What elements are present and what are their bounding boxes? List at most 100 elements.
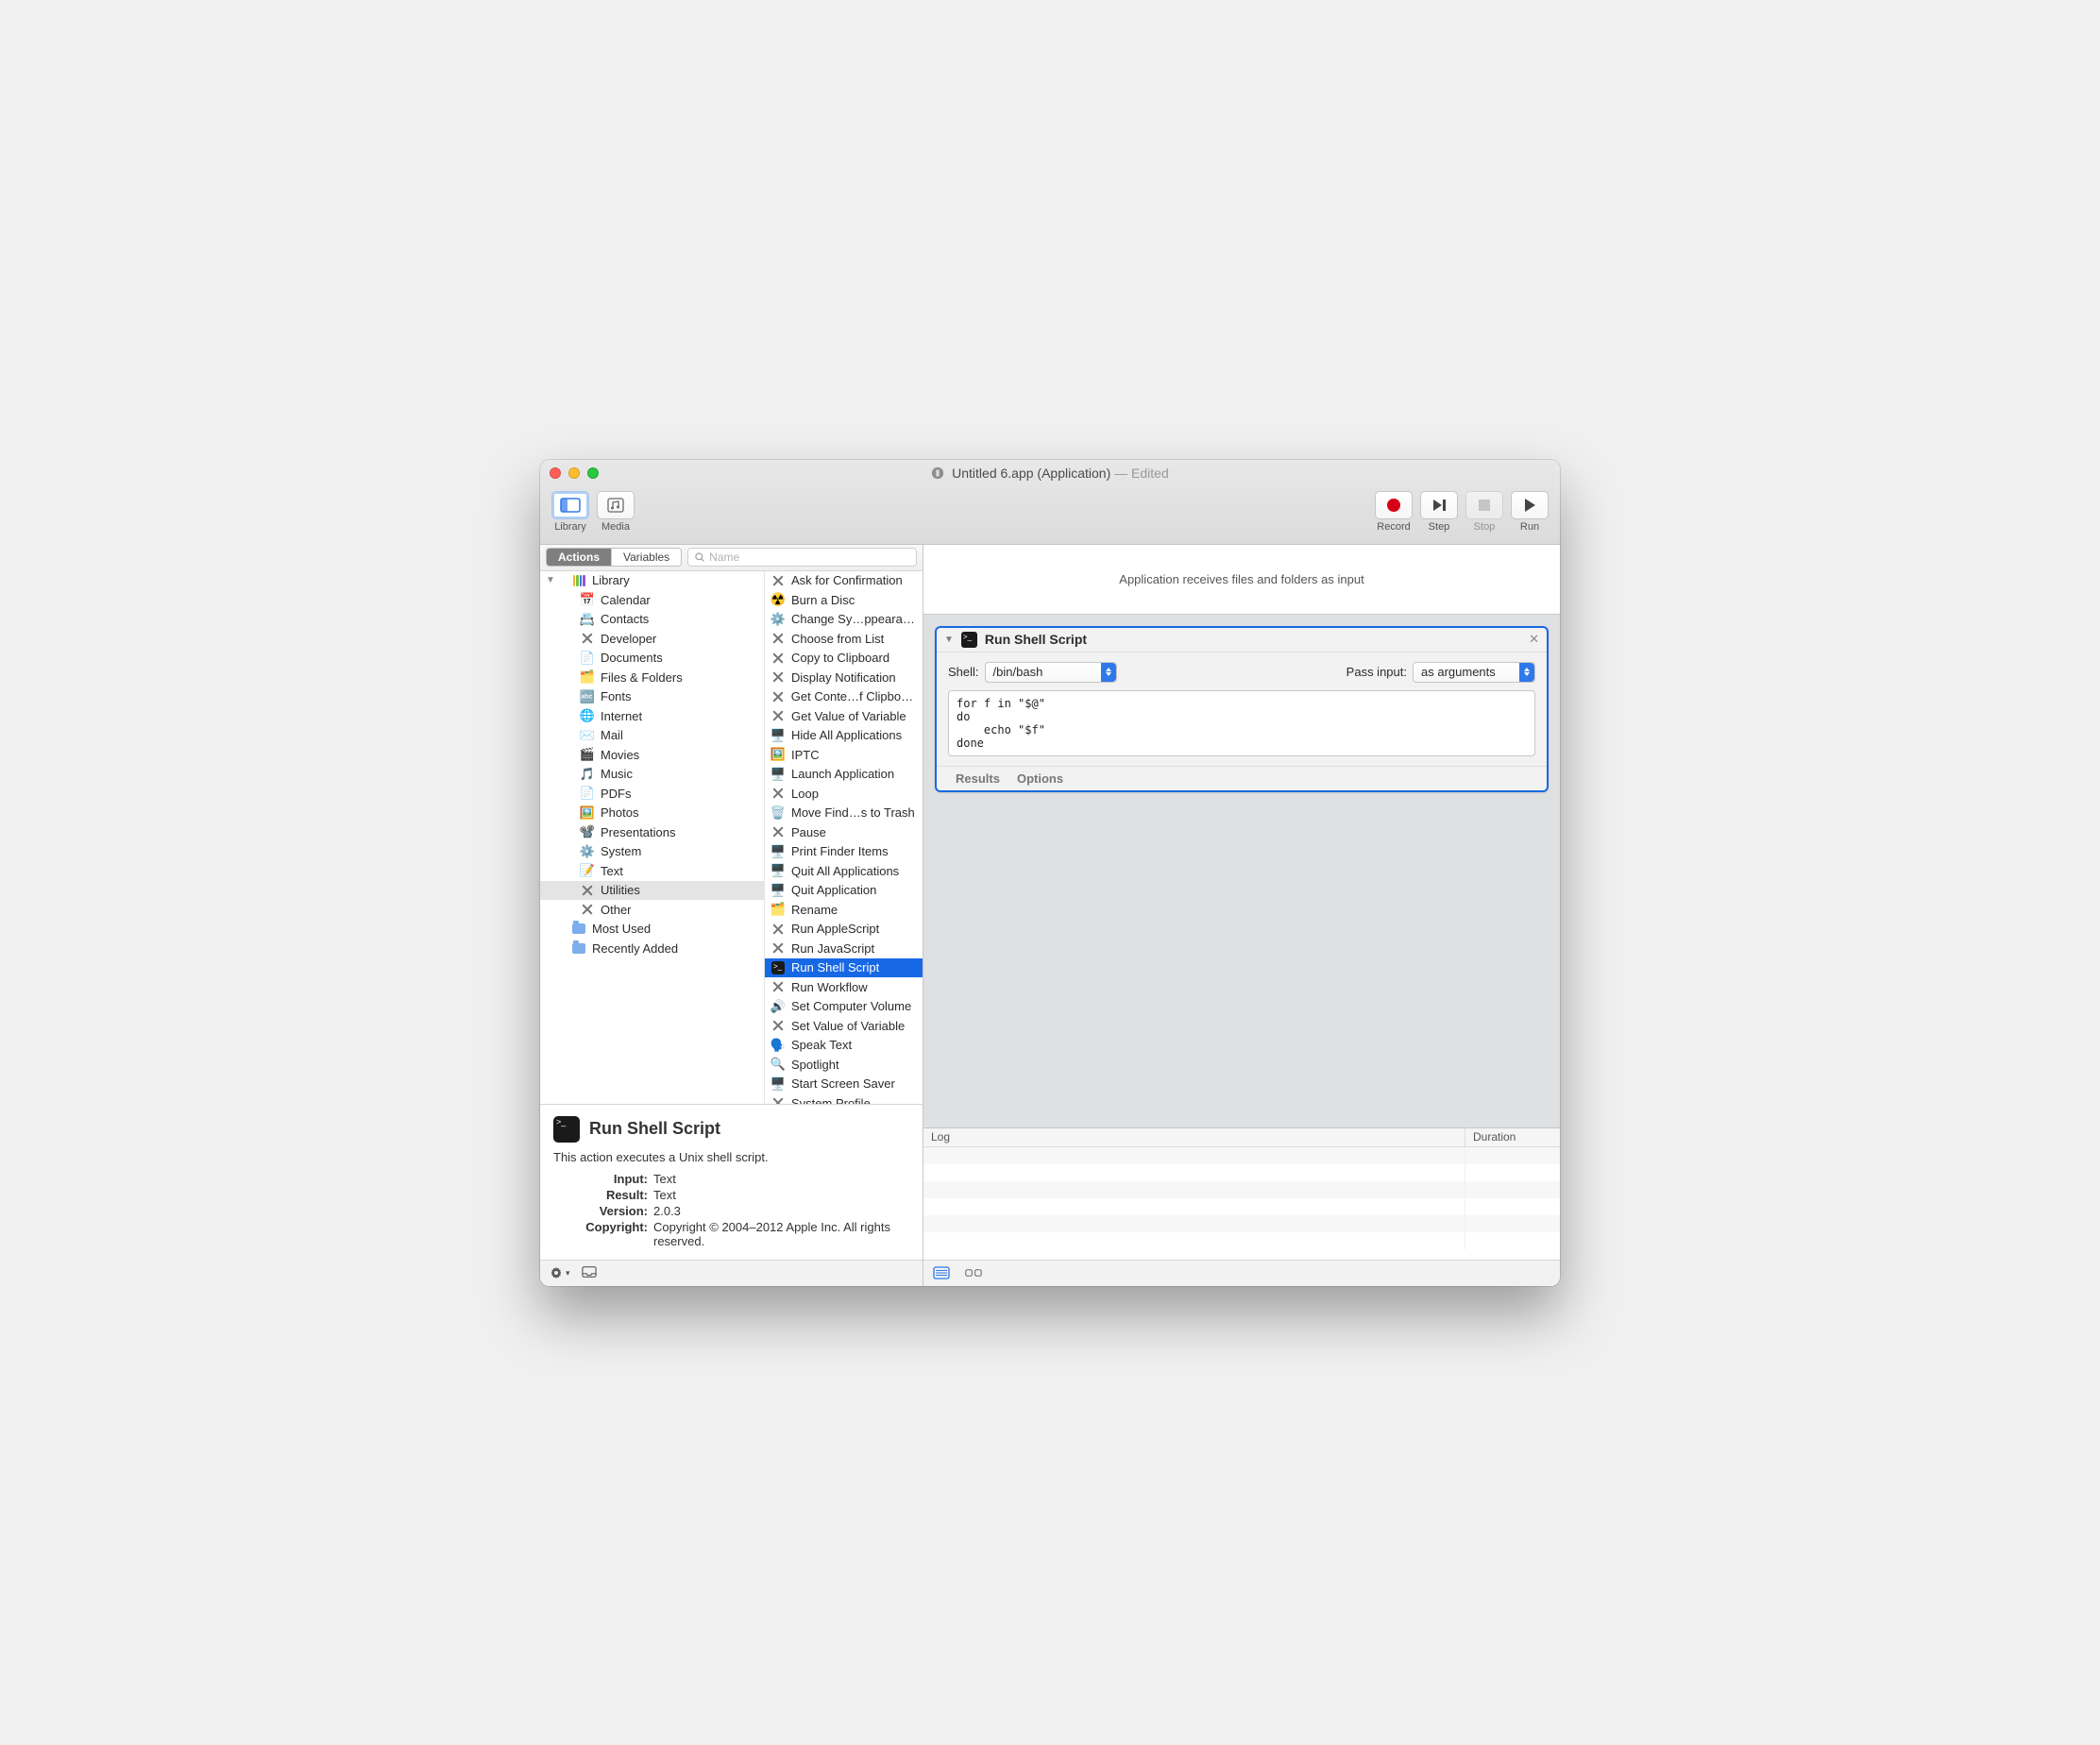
script-textarea[interactable]: for f in "$@" do echo "$f" done — [948, 690, 1535, 756]
category-row[interactable]: 🔤Fonts — [540, 687, 764, 707]
category-row[interactable]: 🎬Movies — [540, 745, 764, 765]
category-row[interactable]: Most Used — [540, 920, 764, 940]
record-button[interactable] — [1375, 491, 1413, 519]
category-row[interactable]: 📝Text — [540, 861, 764, 881]
workflow-canvas[interactable]: ▼ >_ Run Shell Script ✕ Shell: /bin/bash — [923, 615, 1560, 1127]
category-row[interactable]: 📄PDFs — [540, 784, 764, 804]
category-label: Documents — [601, 651, 663, 665]
library-button[interactable] — [551, 491, 589, 519]
media-icon — [607, 498, 624, 513]
stop-button[interactable] — [1465, 491, 1503, 519]
action-row[interactable]: 🗣️Speak Text — [765, 1036, 923, 1056]
action-list[interactable]: Ask for Confirmation☢️Burn a Disc⚙️Chang… — [765, 571, 923, 1104]
pass-input-select[interactable]: as arguments — [1413, 662, 1535, 683]
search-field[interactable] — [687, 548, 917, 567]
action-card-run-shell-script[interactable]: ▼ >_ Run Shell Script ✕ Shell: /bin/bash — [935, 626, 1549, 792]
action-row[interactable]: 🖼️IPTC — [765, 745, 923, 765]
category-row[interactable]: ⚙️System — [540, 842, 764, 862]
category-glyph-icon: 🖥️ — [771, 767, 786, 782]
seg-variables[interactable]: Variables — [611, 549, 681, 566]
category-glyph-icon: 📇 — [580, 612, 595, 627]
category-row[interactable]: ✉️Mail — [540, 726, 764, 746]
gear-menu[interactable]: ▾ — [550, 1266, 570, 1279]
action-row[interactable]: System Profile — [765, 1093, 923, 1104]
seg-actions[interactable]: Actions — [547, 549, 611, 566]
action-row[interactable]: 🗑️Move Find…s to Trash — [765, 804, 923, 823]
action-row[interactable]: Pause — [765, 822, 923, 842]
category-list[interactable]: ▼Library📅 Calendar 📇ContactsDeveloper📄Docu… — [540, 571, 765, 1104]
action-row[interactable]: 🖥️Quit Application — [765, 881, 923, 901]
desc-version-v: 2.0.3 — [653, 1204, 909, 1218]
tools-icon — [771, 1096, 785, 1103]
category-glyph-icon: 📅 — [580, 592, 595, 607]
zoom-window-button[interactable] — [587, 467, 599, 479]
category-glyph-icon: 📝 — [580, 863, 595, 878]
action-row[interactable]: Set Value of Variable — [765, 1016, 923, 1036]
search-input[interactable] — [709, 551, 910, 564]
action-row[interactable]: 🖥️Hide All Applications — [765, 726, 923, 746]
action-row[interactable]: 🔍Spotlight — [765, 1055, 923, 1075]
category-label: Photos — [601, 805, 638, 820]
action-row[interactable]: Loop — [765, 784, 923, 804]
log-col-duration[interactable]: Duration — [1465, 1128, 1560, 1146]
category-row[interactable]: 📄Documents — [540, 649, 764, 669]
action-row[interactable]: 🖥️Launch Application — [765, 765, 923, 785]
category-row[interactable]: Recently Added — [540, 939, 764, 958]
action-row[interactable]: 🗂️Rename — [765, 900, 923, 920]
log-col-log[interactable]: Log — [923, 1128, 1465, 1146]
action-row[interactable]: >_Run Shell Script — [765, 958, 923, 978]
action-row[interactable]: Display Notification — [765, 668, 923, 687]
category-row[interactable]: 📽️Presentations — [540, 822, 764, 842]
minimize-window-button[interactable] — [568, 467, 580, 479]
action-card-header[interactable]: ▼ >_ Run Shell Script ✕ — [937, 628, 1547, 652]
action-row[interactable]: Run Workflow — [765, 977, 923, 997]
workflow-input-text: Application receives files and folders a… — [1119, 572, 1363, 586]
category-row[interactable]: 🗂️Files & Folders — [540, 668, 764, 687]
category-row[interactable]: 🎵Music — [540, 765, 764, 785]
action-row[interactable]: ☢️Burn a Disc — [765, 590, 923, 610]
disclosure-triangle-icon[interactable]: ▼ — [944, 635, 954, 645]
action-row[interactable]: Copy to Clipboard — [765, 649, 923, 669]
view-list-button[interactable] — [933, 1266, 950, 1279]
category-row[interactable]: Other — [540, 900, 764, 920]
category-row[interactable]: 📅 Calendar — [540, 590, 764, 610]
action-row[interactable]: 🖥️Quit All Applications — [765, 861, 923, 881]
results-tab[interactable]: Results — [956, 771, 1000, 786]
action-row[interactable]: Choose from List — [765, 629, 923, 649]
library-footer: ▾ — [540, 1260, 923, 1286]
action-row[interactable]: Get Value of Variable — [765, 706, 923, 726]
run-button[interactable] — [1511, 491, 1549, 519]
options-tab[interactable]: Options — [1017, 771, 1063, 786]
action-label: Set Computer Volume — [791, 999, 911, 1013]
category-row[interactable]: Developer — [540, 629, 764, 649]
category-label: Music — [601, 767, 633, 781]
description-toggle[interactable] — [582, 1265, 597, 1281]
media-button[interactable] — [597, 491, 635, 519]
action-row[interactable]: 🖥️Print Finder Items — [765, 842, 923, 862]
step-button[interactable] — [1420, 491, 1458, 519]
category-row[interactable]: 🖼️Photos — [540, 804, 764, 823]
action-row[interactable]: Run AppleScript — [765, 920, 923, 940]
desc-copyright-k: Copyright: — [553, 1220, 648, 1248]
category-glyph-icon: 🌐 — [580, 708, 595, 723]
workflow-input-bar[interactable]: Application receives files and folders a… — [923, 545, 1560, 615]
category-row[interactable]: ▼Library — [540, 571, 764, 591]
category-row[interactable]: 🌐Internet — [540, 706, 764, 726]
action-row[interactable]: Run JavaScript — [765, 939, 923, 958]
view-flow-button[interactable] — [965, 1266, 982, 1279]
category-row[interactable]: 📇Contacts — [540, 610, 764, 630]
close-window-button[interactable] — [550, 467, 561, 479]
action-row[interactable]: ⚙️Change Sy…ppearance — [765, 610, 923, 630]
action-label: Loop — [791, 787, 819, 801]
action-label: Hide All Applications — [791, 728, 902, 742]
action-row[interactable]: Ask for Confirmation — [765, 571, 923, 591]
shell-select[interactable]: /bin/bash — [985, 662, 1117, 683]
action-row[interactable]: 🖥️Start Screen Saver — [765, 1075, 923, 1094]
terminal-icon: >_ — [553, 1116, 580, 1143]
action-row[interactable]: 🔊Set Computer Volume — [765, 997, 923, 1017]
action-card-close-button[interactable]: ✕ — [1529, 632, 1539, 647]
disclosure-triangle-icon[interactable]: ▼ — [546, 575, 554, 585]
action-row[interactable]: Get Conte…f Clipboard — [765, 687, 923, 707]
category-row[interactable]: Utilities — [540, 881, 764, 901]
category-label: Calendar — [601, 593, 651, 607]
